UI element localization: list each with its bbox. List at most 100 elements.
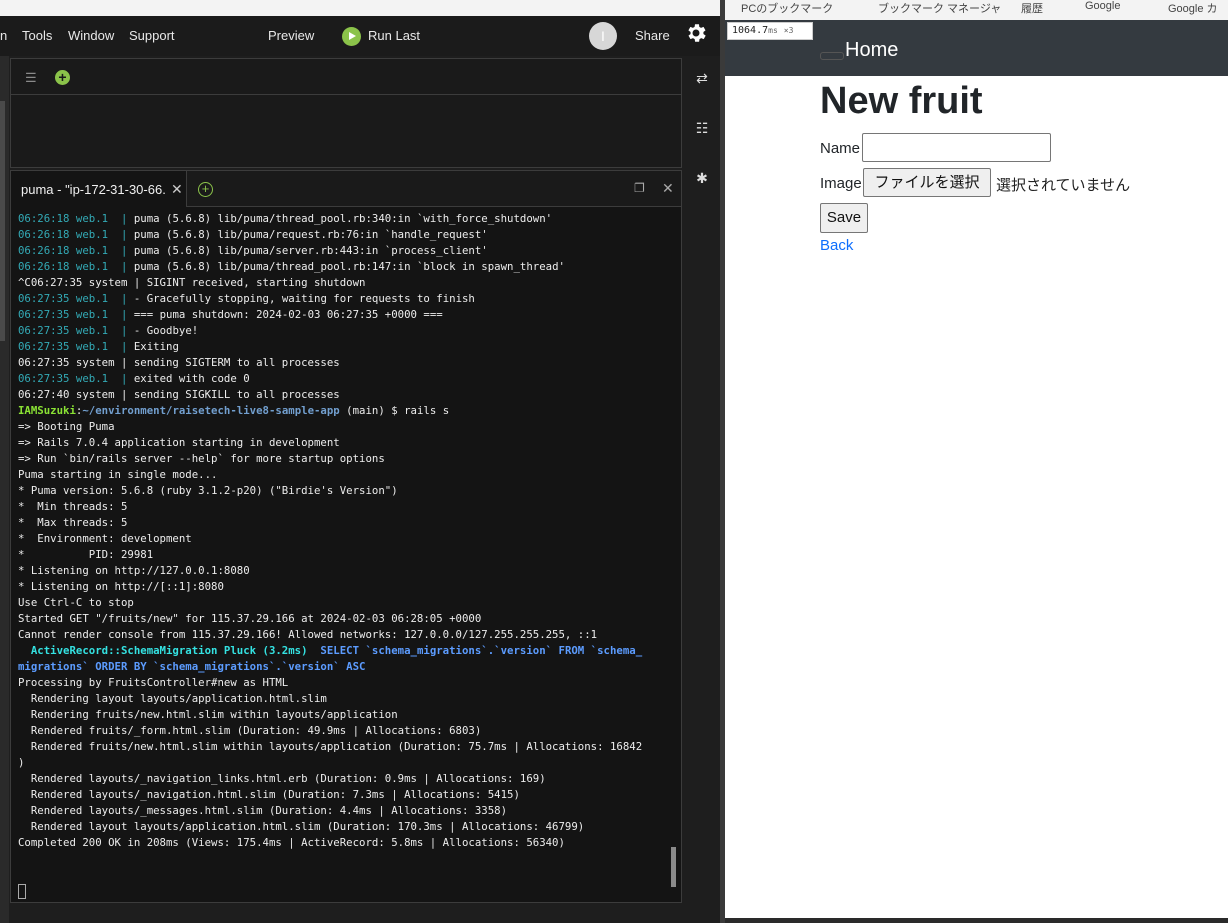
bookmark-item[interactable]: Google: [1085, 0, 1120, 12]
line-timestamp: 06:27:35: [18, 372, 76, 385]
terminal-tab[interactable]: puma - "ip-172-31-30-66. ✕: [11, 171, 187, 207]
terminal-line: Rendered layouts/_messages.html.slim (Du…: [18, 803, 670, 819]
hamburger-icon[interactable]: ☰: [25, 70, 37, 86]
line-separator: |: [120, 244, 134, 257]
close-pane-icon[interactable]: ✕: [662, 180, 674, 197]
terminal-line: 06:26:18 web.1 | puma (5.6.8) lib/puma/t…: [18, 211, 670, 227]
terminal-line: 06:27:35 web.1 | - Goodbye!: [18, 323, 670, 339]
line-message: Rendering layout layouts/application.htm…: [18, 692, 327, 705]
save-button[interactable]: Save: [820, 203, 868, 233]
line-message: puma (5.6.8) lib/puma/server.rb:443:in `…: [133, 244, 488, 257]
terminal-scroll-thumb[interactable]: [671, 847, 676, 887]
taskbar-edge: [725, 918, 1228, 923]
terminal-line: 06:27:35 web.1 | Exiting: [18, 339, 670, 355]
terminal-line: ActiveRecord::SchemaMigration Pluck (3.2…: [18, 643, 670, 659]
terminal-line: 06:26:18 web.1 | puma (5.6.8) lib/puma/r…: [18, 227, 670, 243]
file-select-button[interactable]: ファイルを選択: [863, 168, 991, 197]
bookmark-item[interactable]: Google カ: [1168, 0, 1218, 16]
line-process: web.1: [75, 228, 121, 241]
line-process: web.1: [75, 372, 121, 385]
terminal-line: * PID: 29981: [18, 547, 670, 563]
terminal-cursor: [18, 884, 26, 899]
menu-view[interactable]: n: [0, 28, 7, 43]
prompt-path: ~/environment/raisetech-live8-sample-app: [82, 404, 340, 417]
line-separator: |: [120, 340, 134, 353]
bookmark-item[interactable]: 履歴: [1021, 0, 1043, 16]
terminal-line: * Environment: development: [18, 531, 670, 547]
line-process: web.1: [75, 260, 121, 273]
line-message: => Booting Puma: [18, 420, 115, 433]
line-message: Cannot render console from 115.37.29.166…: [18, 628, 598, 641]
line-message: Rendered layouts/_navigation.html.slim (…: [18, 788, 520, 801]
line-message: puma (5.6.8) lib/puma/request.rb:76:in `…: [133, 228, 488, 241]
close-icon[interactable]: ✕: [171, 181, 183, 198]
navbar-toggler[interactable]: [820, 52, 844, 60]
restore-icon[interactable]: ❐: [634, 181, 645, 195]
line-process: web.1: [75, 212, 121, 225]
line-timestamp: 06:27:35: [18, 324, 76, 337]
line-message: * PID: 29981: [18, 548, 154, 561]
terminal-line: * Listening on http://[::1]:8080: [18, 579, 670, 595]
back-link[interactable]: Back: [820, 237, 853, 254]
line-process: web.1: [75, 340, 121, 353]
terminal-pane: puma - "ip-172-31-30-66. ✕ + ❐ ✕ 06:26:1…: [10, 170, 682, 903]
terminal-tab-bar: puma - "ip-172-31-30-66. ✕ + ❐ ✕: [11, 171, 681, 207]
timing-mult: ×3: [783, 26, 794, 35]
line-message: * Max threads: 5: [18, 516, 128, 529]
line-message: => Run `bin/rails server --help` for mor…: [18, 452, 385, 465]
prompt-command: (main) $ rails s: [339, 404, 450, 417]
bookmarks-bar: PCのブックマーク ブックマーク マネージャ 履歴 Google Google …: [725, 0, 1228, 20]
ide-window: n Tools Window Support Preview Run Last …: [0, 0, 720, 923]
name-field[interactable]: [862, 133, 1051, 162]
nav-home-link[interactable]: Home: [845, 39, 898, 62]
line-process: web.1: [75, 308, 121, 321]
right-tool-icons: ⇄ ☷ ✱: [684, 60, 720, 260]
line-message: Exiting: [133, 340, 179, 353]
menu-support[interactable]: Support: [129, 28, 175, 43]
line-process: web.1: [75, 292, 121, 305]
line-message: === puma shutdown: 2024-02-03 06:27:35 +…: [133, 308, 443, 321]
outline-icon[interactable]: ☷: [689, 120, 715, 142]
debugger-icon[interactable]: ✱: [689, 170, 715, 192]
line-message: * Listening on http://[::1]:8080: [18, 580, 224, 593]
line-message: ^C06:27:35 system | SIGINT received, sta…: [18, 276, 366, 289]
collaborate-icon[interactable]: ⇄: [689, 70, 715, 92]
add-tab-icon[interactable]: +: [55, 70, 70, 85]
run-play-icon[interactable]: [342, 27, 361, 46]
menu-window[interactable]: Window: [68, 28, 114, 43]
line-process: web.1: [75, 244, 121, 257]
line-separator: |: [120, 308, 134, 321]
terminal-line: Puma starting in single mode...: [18, 467, 670, 483]
line-message: Use Ctrl-C to stop: [18, 596, 134, 609]
line-message: Rendered fruits/_form.html.slim (Duratio…: [18, 724, 482, 737]
left-scroll-thumb[interactable]: [0, 101, 5, 341]
run-last-button[interactable]: Run Last: [368, 28, 420, 43]
terminal-line: Rendered fruits/_form.html.slim (Duratio…: [18, 723, 670, 739]
terminal-output[interactable]: 06:26:18 web.1 | puma (5.6.8) lib/puma/t…: [18, 211, 670, 901]
terminal-line: ^C06:27:35 system | SIGINT received, sta…: [18, 275, 670, 291]
line-separator: |: [120, 228, 134, 241]
bookmark-item[interactable]: PCのブックマーク: [741, 0, 833, 16]
line-message: - Gracefully stopping, waiting for reque…: [133, 292, 475, 305]
line-separator: |: [120, 324, 134, 337]
avatar[interactable]: I: [589, 22, 617, 50]
line-separator: |: [120, 260, 134, 273]
line-message: Puma starting in single mode...: [18, 468, 218, 481]
terminal-line: Rendering layout layouts/application.htm…: [18, 691, 670, 707]
line-message: Rendered layouts/_navigation_links.html.…: [18, 772, 546, 785]
bookmark-item[interactable]: ブックマーク マネージャ: [878, 0, 1001, 16]
line-process: web.1: [75, 324, 121, 337]
editor-toolbar: ☰ +: [11, 59, 681, 95]
preview-button[interactable]: Preview: [268, 28, 314, 43]
share-button[interactable]: Share: [635, 28, 670, 43]
menu-tools[interactable]: Tools: [22, 28, 52, 43]
terminal-tab-label: puma - "ip-172-31-30-66.: [21, 182, 166, 197]
terminal-line: 06:27:35 system | sending SIGTERM to all…: [18, 355, 670, 371]
terminal-line: * Listening on http://127.0.0.1:8080: [18, 563, 670, 579]
line-separator: |: [120, 372, 134, 385]
terminal-line: Rendered layouts/_navigation_links.html.…: [18, 771, 670, 787]
gear-icon[interactable]: [684, 21, 708, 45]
terminal-scrollbar[interactable]: [669, 211, 679, 893]
add-terminal-icon[interactable]: +: [198, 182, 213, 197]
sql-label: ActiveRecord::SchemaMigration Pluck (3.2…: [18, 644, 308, 657]
